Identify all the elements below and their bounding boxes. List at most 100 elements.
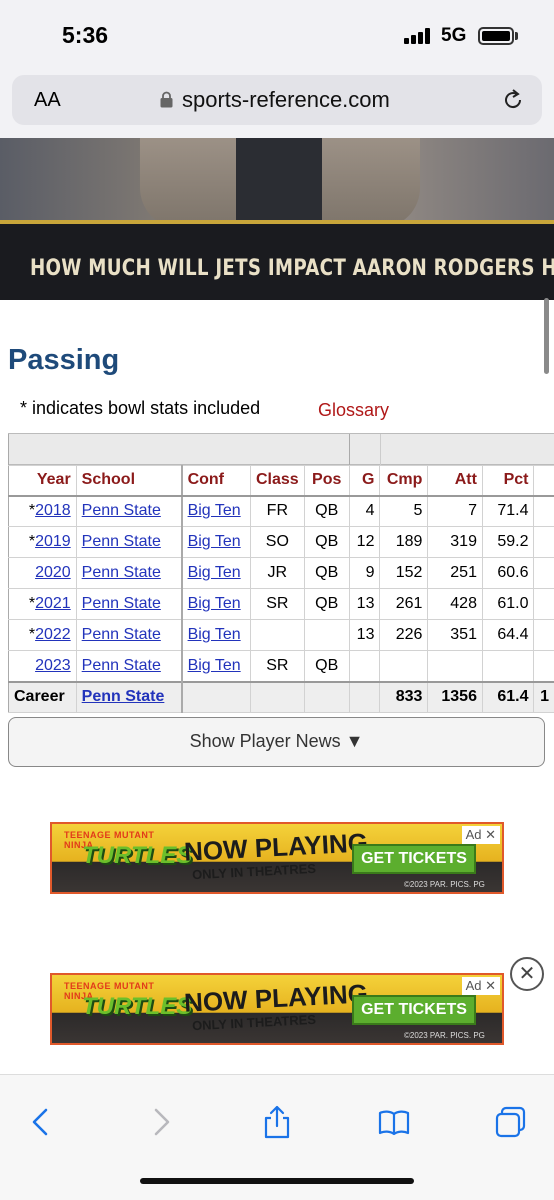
year-text: *2019 xyxy=(28,533,71,550)
col-header-att[interactable]: Att xyxy=(427,465,483,497)
overflow-cell xyxy=(533,526,554,558)
ad-choices-label[interactable]: Ad ✕ xyxy=(461,977,500,995)
pos-cell: QB xyxy=(303,588,350,620)
pct-cell: 71.4 xyxy=(481,495,535,527)
class-cell xyxy=(249,619,305,651)
year-cell: 2020 xyxy=(8,557,77,589)
forward-icon[interactable] xyxy=(144,1105,178,1139)
tabs-icon[interactable] xyxy=(494,1105,528,1139)
reload-icon[interactable] xyxy=(500,87,526,113)
conf-cell: Big Ten xyxy=(181,650,251,682)
att-cell: 351 xyxy=(427,619,483,651)
pos-cell: QB xyxy=(303,495,350,527)
col-header-class[interactable]: Class xyxy=(249,465,305,497)
att-cell: 1356 xyxy=(427,680,483,713)
col-header-games[interactable]: G xyxy=(348,465,381,497)
year-link[interactable]: 2023 xyxy=(35,657,71,674)
home-indicator[interactable] xyxy=(140,1178,414,1184)
banner-headline: HOW MUCH WILL JETS IMPACT AARON RODGERS … xyxy=(30,256,554,281)
battery-tip xyxy=(515,32,518,40)
year-text: *2022 xyxy=(28,626,71,643)
page-scrollbar[interactable] xyxy=(544,298,549,374)
address-bar-area: AA sports-reference.com xyxy=(0,72,554,138)
glossary-link[interactable]: Glossary xyxy=(318,400,389,421)
ad-fine-print: ©2023 PAR. PICS. PG xyxy=(404,1031,485,1040)
career-school-link[interactable]: Penn State xyxy=(82,688,165,705)
col-header-conf[interactable]: Conf xyxy=(181,465,251,497)
class-cell: SR xyxy=(249,650,305,682)
school-link[interactable]: Penn State xyxy=(82,595,161,612)
back-icon[interactable] xyxy=(24,1105,58,1139)
address-bar[interactable]: AA sports-reference.com xyxy=(12,75,542,125)
year-link[interactable]: 2019 xyxy=(35,533,71,550)
close-icon[interactable]: ✕ xyxy=(510,957,544,991)
cmp-cell: 152 xyxy=(379,557,429,589)
conf-cell: Big Ten xyxy=(181,526,251,558)
ad-headline: NOW PLAYING xyxy=(183,827,369,867)
conf-cell: Big Ten xyxy=(181,495,251,527)
col-header-overflow xyxy=(533,465,554,497)
games-cell: 4 xyxy=(348,495,381,527)
year-link[interactable]: 2020 xyxy=(35,564,71,581)
cmp-cell: 226 xyxy=(379,619,429,651)
class-cell: JR xyxy=(249,557,305,589)
ad-banner[interactable]: TEENAGE MUTANT NINJA TURTLES NOW PLAYING… xyxy=(50,973,504,1045)
get-tickets-button[interactable]: GET TICKETS xyxy=(352,995,476,1025)
col-header-pct[interactable]: Pct xyxy=(481,465,535,497)
overflow-cell xyxy=(533,495,554,527)
col-header-school[interactable]: School xyxy=(75,465,183,497)
school-link[interactable]: Penn State xyxy=(82,626,161,643)
pct-cell: 59.2 xyxy=(481,526,535,558)
video-banner[interactable]: HOW MUCH WILL JETS IMPACT AARON RODGERS … xyxy=(0,138,554,300)
year-link[interactable]: 2022 xyxy=(35,626,71,643)
school-link[interactable]: Penn State xyxy=(82,564,161,581)
get-tickets-button[interactable]: GET TICKETS xyxy=(352,844,476,874)
ad-choices-label[interactable]: Ad ✕ xyxy=(461,826,500,844)
conf-link[interactable]: Big Ten xyxy=(188,657,241,674)
pct-cell: 61.0 xyxy=(481,588,535,620)
conf-cell: Big Ten xyxy=(181,588,251,620)
banner-accent-line xyxy=(0,220,554,224)
col-header-cmp[interactable]: Cmp xyxy=(379,465,429,497)
overflow-cell xyxy=(533,557,554,589)
overflow-cell: 1 xyxy=(533,680,554,713)
table-row: 2023 Penn State Big Ten SR QB xyxy=(8,650,554,682)
conf-link[interactable]: Big Ten xyxy=(188,502,241,519)
url-text[interactable]: sports-reference.com xyxy=(182,87,390,113)
pos-cell: QB xyxy=(303,557,350,589)
games-cell xyxy=(348,680,381,713)
year-link[interactable]: 2018 xyxy=(35,502,71,519)
cmp-cell: 189 xyxy=(379,526,429,558)
ad-headline: NOW PLAYING xyxy=(183,978,369,1018)
cmp-cell: 833 xyxy=(379,680,429,713)
table-row: *2018 Penn State Big Ten FR QB 4 5 7 71.… xyxy=(8,495,554,527)
school-link[interactable]: Penn State xyxy=(82,533,161,550)
school-link[interactable]: Penn State xyxy=(82,657,161,674)
ad-logo: TEENAGE MUTANT NINJA TURTLES xyxy=(60,981,192,1041)
year-cell: *2022 xyxy=(8,619,77,651)
table-header-row: Year School Conf Class Pos G Cmp Att Pct xyxy=(8,465,554,497)
bookmarks-icon[interactable] xyxy=(377,1105,411,1139)
table-row: 2020 Penn State Big Ten JR QB 9 152 251 … xyxy=(8,557,554,589)
col-header-pos[interactable]: Pos xyxy=(303,465,350,497)
conf-link[interactable]: Big Ten xyxy=(188,533,241,550)
career-row: Career Penn State 833 1356 61.4 1 xyxy=(8,680,554,713)
text-size-button[interactable]: AA xyxy=(34,89,61,112)
col-header-year[interactable]: Year xyxy=(8,465,77,497)
cmp-cell: 5 xyxy=(379,495,429,527)
banner-shirt xyxy=(236,138,322,226)
class-cell: SR xyxy=(249,588,305,620)
conf-link[interactable]: Big Ten xyxy=(188,626,241,643)
games-cell: 13 xyxy=(348,588,381,620)
conf-link[interactable]: Big Ten xyxy=(188,564,241,581)
ad-banner[interactable]: TEENAGE MUTANT NINJA TURTLES NOW PLAYING… xyxy=(50,822,504,894)
share-icon[interactable] xyxy=(260,1105,294,1139)
att-cell: 251 xyxy=(427,557,483,589)
ad-logo: TEENAGE MUTANT NINJA TURTLES xyxy=(60,830,192,890)
conf-link[interactable]: Big Ten xyxy=(188,595,241,612)
school-cell: Penn State xyxy=(75,526,183,558)
school-link[interactable]: Penn State xyxy=(82,502,161,519)
battery-icon xyxy=(478,27,514,45)
year-link[interactable]: 2021 xyxy=(35,595,71,612)
show-player-news-button[interactable]: Show Player News ▼ xyxy=(8,717,545,767)
